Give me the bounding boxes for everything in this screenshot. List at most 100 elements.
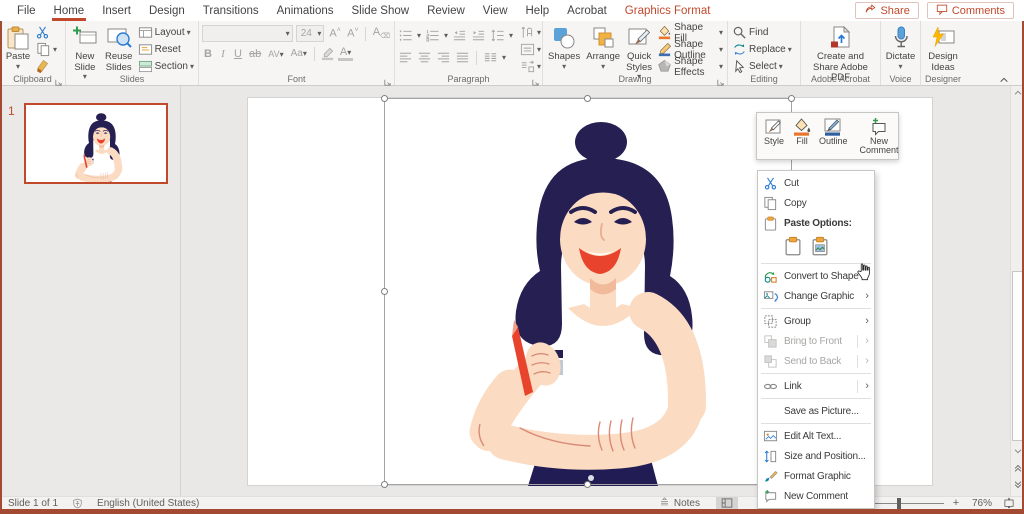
tab-review[interactable]: Review [418,0,474,21]
strikethrough-button[interactable]: ab [247,48,263,60]
line-spacing-button[interactable] [490,28,505,43]
section-button[interactable]: Section ▾ [137,59,195,74]
align-center-button[interactable] [417,50,432,65]
slide-thumbnail[interactable] [24,103,168,184]
share-button[interactable]: Share [855,2,919,19]
paragraph-dialog-launcher[interactable] [531,74,540,86]
accessibility-checker-button[interactable] [72,498,83,509]
tab-view[interactable]: View [474,0,517,21]
scrollbar-thumb[interactable] [1012,271,1023,441]
convert-smartart-button[interactable]: ▾ [519,59,542,74]
scroll-up-button[interactable] [1011,86,1024,100]
align-text-button[interactable]: ▾ [519,42,542,57]
selection-handle-top-right[interactable] [788,95,795,102]
quick-styles-button[interactable]: Quick Styles ▾ [624,24,654,81]
bullets-button[interactable] [398,28,413,43]
bold-button[interactable]: B [202,48,214,60]
vertical-scrollbar[interactable] [1010,86,1024,496]
copy-button[interactable]: ▾ [35,42,58,57]
new-slide-button[interactable]: New Slide ▾ [69,24,101,81]
clear-formatting-button[interactable]: A⌫ [371,26,391,40]
tab-animations[interactable]: Animations [268,0,343,21]
align-right-button[interactable] [436,50,451,65]
zoom-in-button[interactable]: + [950,497,962,509]
find-button[interactable]: Find [731,25,793,40]
select-button[interactable]: Select ▾ [731,59,793,74]
context-menu-item-copy[interactable]: Copy [758,193,874,213]
text-highlight-button[interactable] [320,46,335,61]
tab-insert[interactable]: Insert [93,0,140,21]
reuse-slides-button[interactable]: Reuse Slides [103,24,135,73]
mini-toolbar-fill-button[interactable]: Fill [788,115,816,157]
context-menu-item-paste-options[interactable]: Paste Options: [758,213,874,233]
selection-handle-top-left[interactable] [381,95,388,102]
context-menu-item-change-graphic[interactable]: Change Graphic › [758,286,874,306]
tab-design[interactable]: Design [140,0,194,21]
tab-acrobat[interactable]: Acrobat [558,0,616,21]
collapse-ribbon-button[interactable] [998,72,1010,83]
character-spacing-button[interactable]: AV▾ [266,49,285,59]
font-color-button[interactable]: A▾ [337,46,354,61]
context-menu-item-save-as-picture[interactable]: Save as Picture... [758,401,874,421]
decrease-indent-button[interactable] [452,28,467,43]
font-size-select[interactable]: 24 ▾ [295,25,325,42]
tab-help[interactable]: Help [517,0,559,21]
tab-slide-show[interactable]: Slide Show [343,0,419,21]
clipboard-dialog-launcher[interactable] [54,74,63,86]
cut-button[interactable] [35,25,50,40]
context-menu-item-size-and-position[interactable]: Size and Position... [758,446,874,466]
font-dialog-launcher[interactable] [383,74,392,86]
underline-button[interactable]: U [232,48,244,60]
paste-button[interactable]: Paste ▾ [3,24,33,72]
scroll-down-button[interactable] [1011,444,1024,458]
selection-handle-bottom-center[interactable] [584,481,591,488]
mini-toolbar-outline-button[interactable]: Outline [816,115,851,157]
zoom-slider[interactable] [874,497,944,509]
previous-slide-button[interactable] [1011,461,1024,475]
shapes-button[interactable]: Shapes ▾ [546,24,582,72]
normal-view-button[interactable] [716,496,738,510]
tab-transitions[interactable]: Transitions [194,0,268,21]
context-menu-item-new-comment[interactable]: New Comment [758,486,874,506]
context-menu-item-group[interactable]: Group › [758,311,874,331]
selection-handle-middle-left[interactable] [381,288,388,295]
paste-option-picture[interactable] [809,235,831,257]
tab-file[interactable]: File [8,0,45,21]
mini-toolbar-style-button[interactable]: Style [760,115,788,157]
arrange-button[interactable]: Arrange ▾ [584,24,622,72]
context-menu-item-format-graphic[interactable]: Format Graphic [758,466,874,486]
mini-toolbar-new-comment-button[interactable]: New Comment [857,115,902,157]
selection-handle-bottom-left[interactable] [381,481,388,488]
text-direction-button[interactable]: ▾ [519,25,542,40]
drawing-dialog-launcher[interactable] [716,74,725,86]
create-pdf-button[interactable]: Create and Share Adobe PDF [804,24,877,83]
paste-option-keep-source-formatting[interactable] [782,235,804,257]
notes-button[interactable]: Notes [659,496,700,510]
replace-button[interactable]: Replace ▾ [731,42,793,57]
dictate-button[interactable]: Dictate ▾ [884,24,918,72]
zoom-level[interactable]: 76% [962,498,992,509]
next-slide-button[interactable] [1011,478,1024,492]
context-menu-item-cut[interactable]: Cut [758,173,874,193]
context-menu-item-edit-alt-text[interactable]: Edit Alt Text... [758,426,874,446]
design-ideas-button[interactable]: Design Ideas [924,24,962,73]
columns-button[interactable] [483,50,498,65]
zoom-slider-thumb[interactable] [897,497,902,509]
shrink-font-button[interactable]: A˅ [345,27,360,40]
fit-slide-to-window-button[interactable] [998,497,1020,510]
justify-button[interactable] [455,50,470,65]
change-case-button[interactable]: Aa▾ [289,48,309,59]
format-painter-button[interactable] [35,59,50,74]
align-left-button[interactable] [398,50,413,65]
reset-button[interactable]: Reset [137,42,195,57]
shape-effects-button[interactable]: Shape Effects ▾ [656,56,724,78]
layout-button[interactable]: Layout ▾ [137,25,195,40]
tab-graphics-format[interactable]: Graphics Format [616,0,720,21]
language-indicator[interactable]: English (United States) [97,498,199,509]
italic-button[interactable]: I [217,48,229,60]
increase-indent-button[interactable] [471,28,486,43]
font-name-select[interactable]: ▾ [202,25,293,42]
tab-home[interactable]: Home [45,0,94,21]
numbering-button[interactable] [425,28,440,43]
selection-handle-top-center[interactable] [584,95,591,102]
